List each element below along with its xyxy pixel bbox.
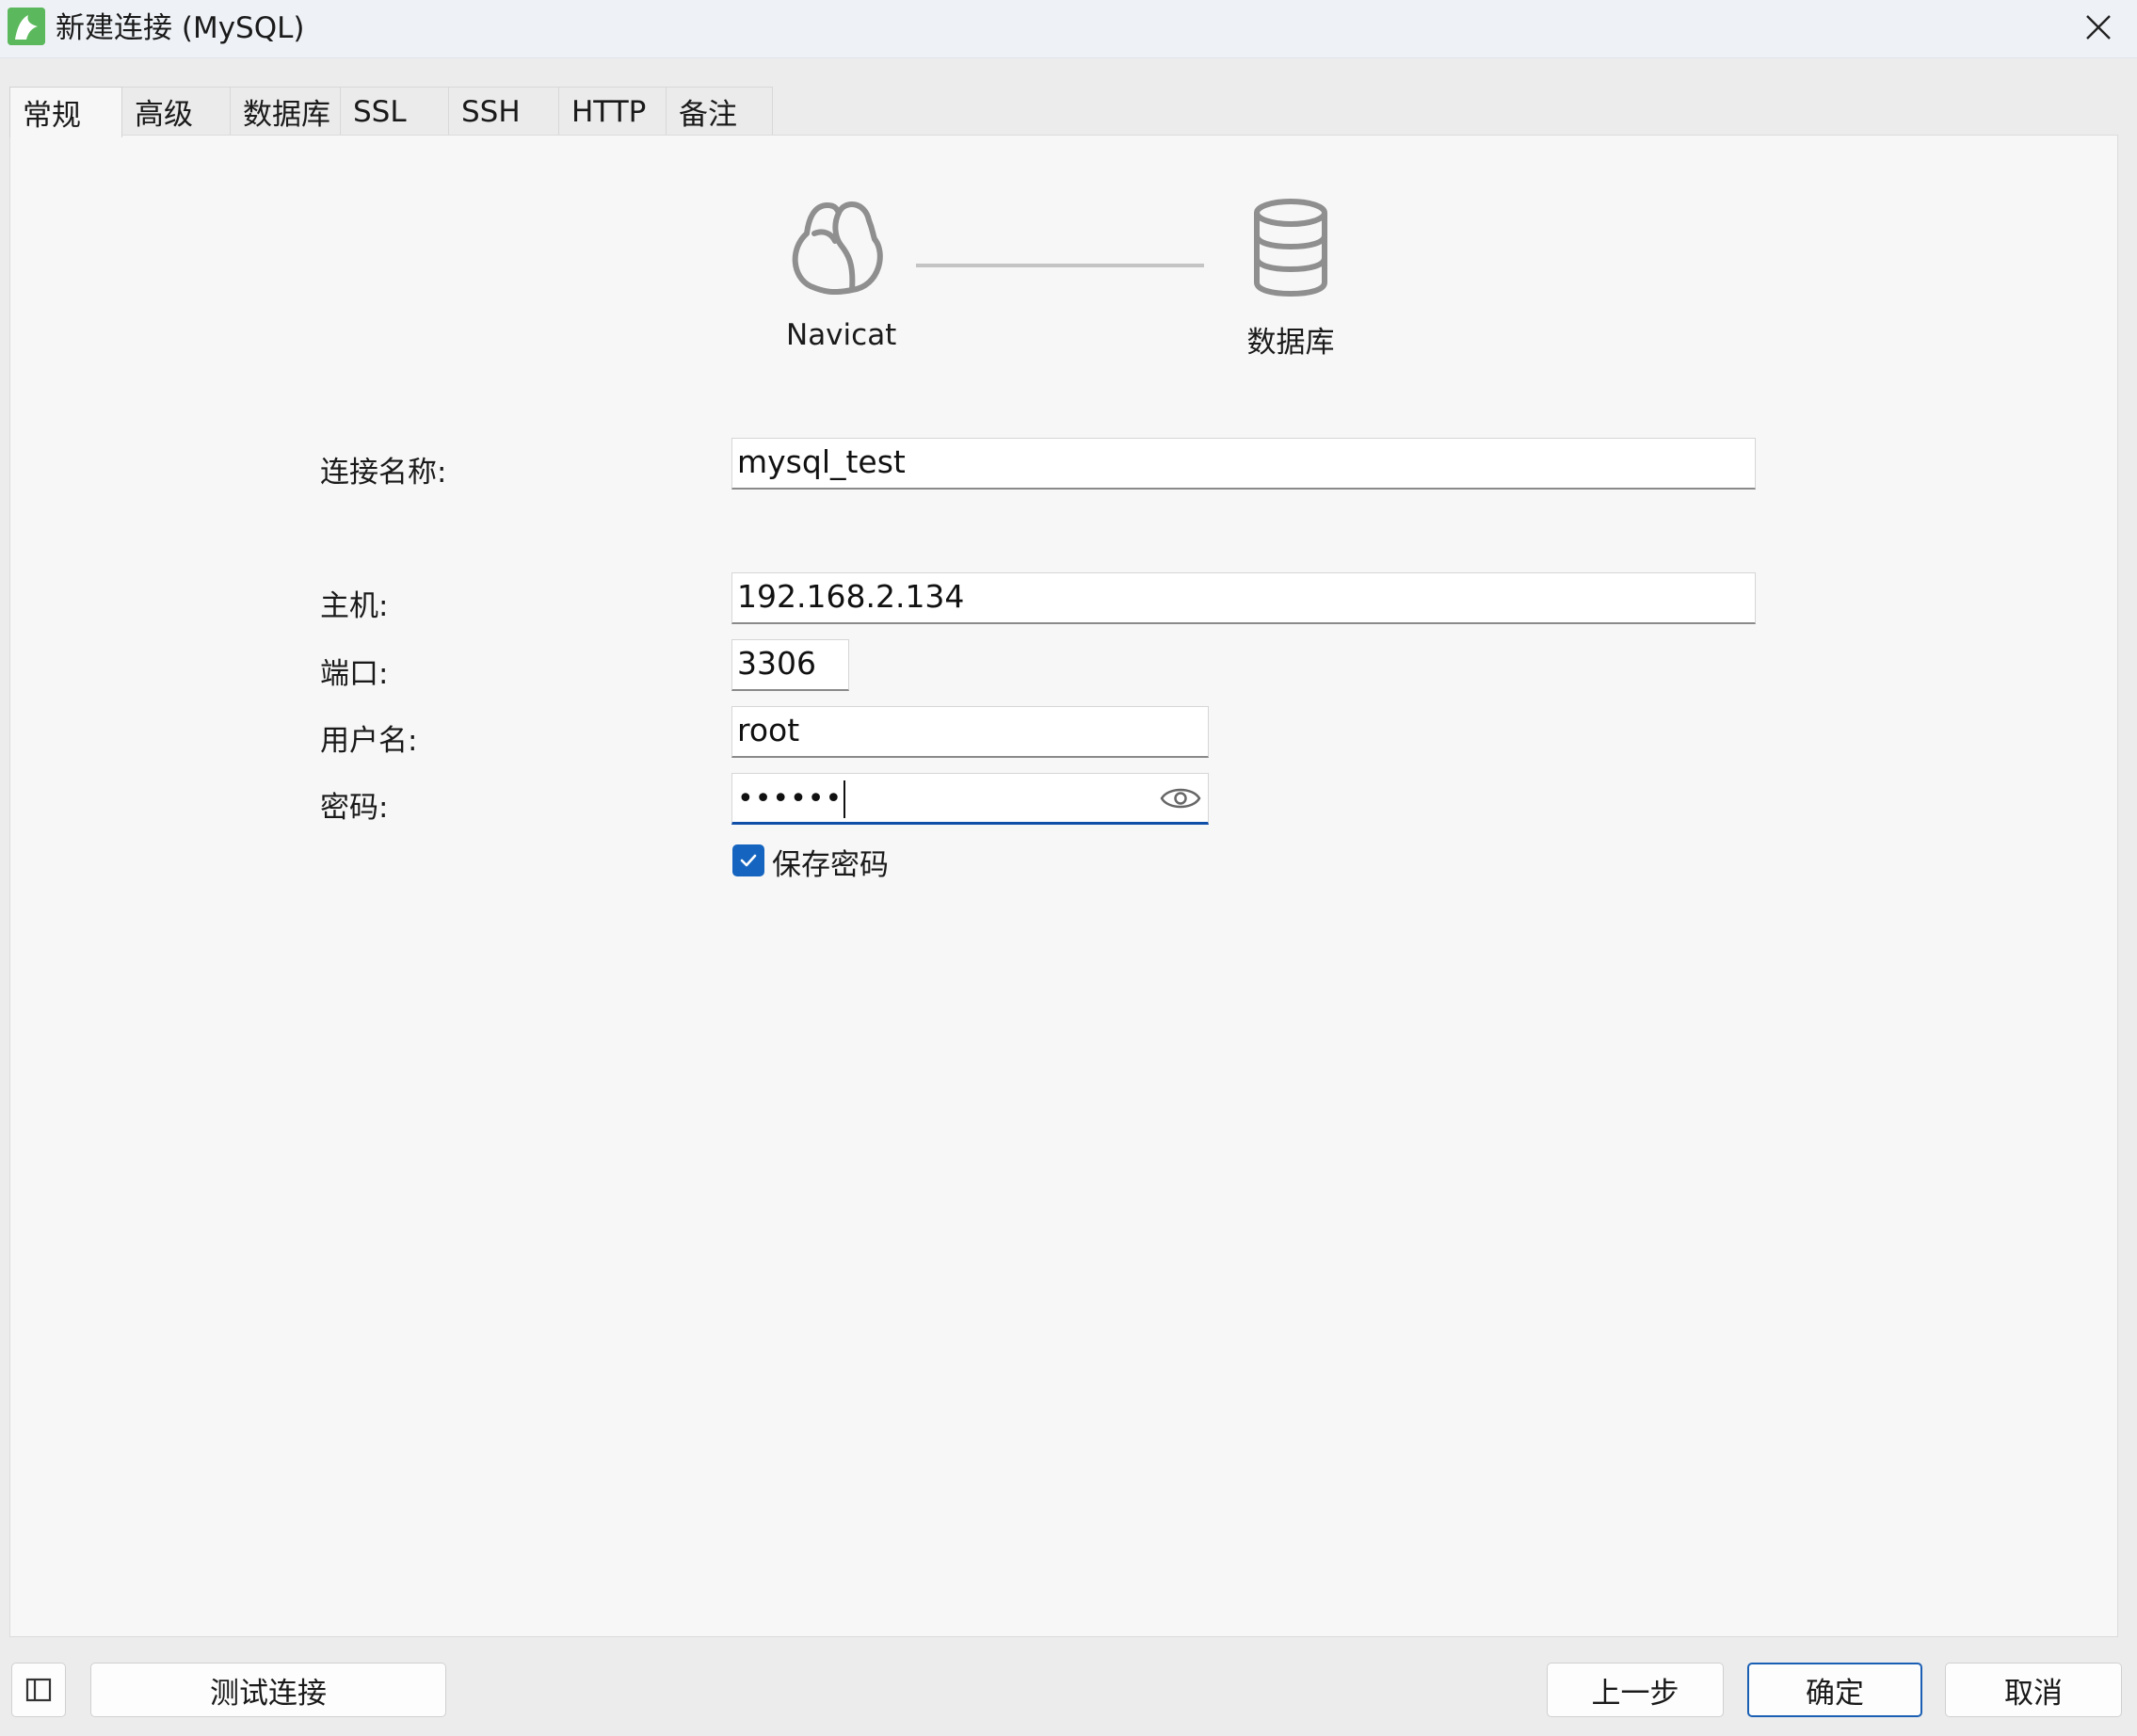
save-password-label[interactable]: 保存密码 [772, 841, 889, 883]
connection-name-input[interactable]: mysql_test [731, 438, 1756, 490]
connection-name-label: 连接名称: [320, 456, 447, 490]
password-input[interactable]: •••••• [731, 773, 1209, 825]
database-label: 数据库 [1246, 326, 1335, 360]
ok-button[interactable]: 确定 [1747, 1663, 1922, 1717]
port-input[interactable]: 3306 [731, 639, 849, 691]
tab-bar: 常规 高级 数据库 SSL SSH HTTP 备注 [9, 87, 2118, 137]
show-password-button[interactable] [1153, 774, 1208, 822]
general-tab-panel [9, 135, 2118, 1637]
username-label: 用户名: [320, 724, 418, 758]
new-connection-dialog: 新建连接 (MySQL) 常规 高级 数据库 SSL SSH HTTP 备注 N… [0, 0, 2137, 1736]
tab-ssh[interactable]: SSH [448, 87, 559, 136]
host-input[interactable]: 192.168.2.134 [731, 572, 1756, 624]
tab-databases[interactable]: 数据库 [230, 87, 341, 136]
port-label: 端口: [320, 657, 389, 691]
tab-ssl[interactable]: SSL [340, 87, 449, 136]
navicat-dolphin-icon [8, 8, 45, 45]
database-icon [1251, 198, 1330, 297]
host-label: 主机: [320, 589, 389, 623]
test-connection-button[interactable]: 测试连接 [90, 1663, 446, 1717]
password-value: •••••• [737, 782, 844, 815]
close-button[interactable] [2071, 6, 2126, 49]
close-icon [2086, 15, 2111, 40]
username-input[interactable]: root [731, 706, 1209, 758]
password-label: 密码: [320, 791, 389, 825]
tab-general[interactable]: 常规 [9, 87, 122, 137]
tab-notes[interactable]: 备注 [666, 87, 773, 136]
title-bar: 新建连接 (MySQL) [0, 0, 2137, 58]
eye-icon [1160, 788, 1201, 809]
tab-http[interactable]: HTTP [558, 87, 667, 136]
navicat-icon [786, 196, 892, 297]
sidebar-panel-icon [25, 1678, 52, 1702]
navicat-label: Navicat [786, 318, 897, 352]
cancel-button[interactable]: 取消 [1945, 1663, 2122, 1717]
tab-advanced[interactable]: 高级 [121, 87, 231, 136]
window-title: 新建连接 (MySQL) [56, 11, 305, 45]
save-password-checkbox[interactable] [732, 844, 764, 876]
text-caret [844, 780, 846, 818]
back-button[interactable]: 上一步 [1547, 1663, 1724, 1717]
sidebar-toggle-button[interactable] [11, 1663, 66, 1717]
checkmark-icon [740, 854, 757, 867]
connection-line [916, 264, 1204, 267]
